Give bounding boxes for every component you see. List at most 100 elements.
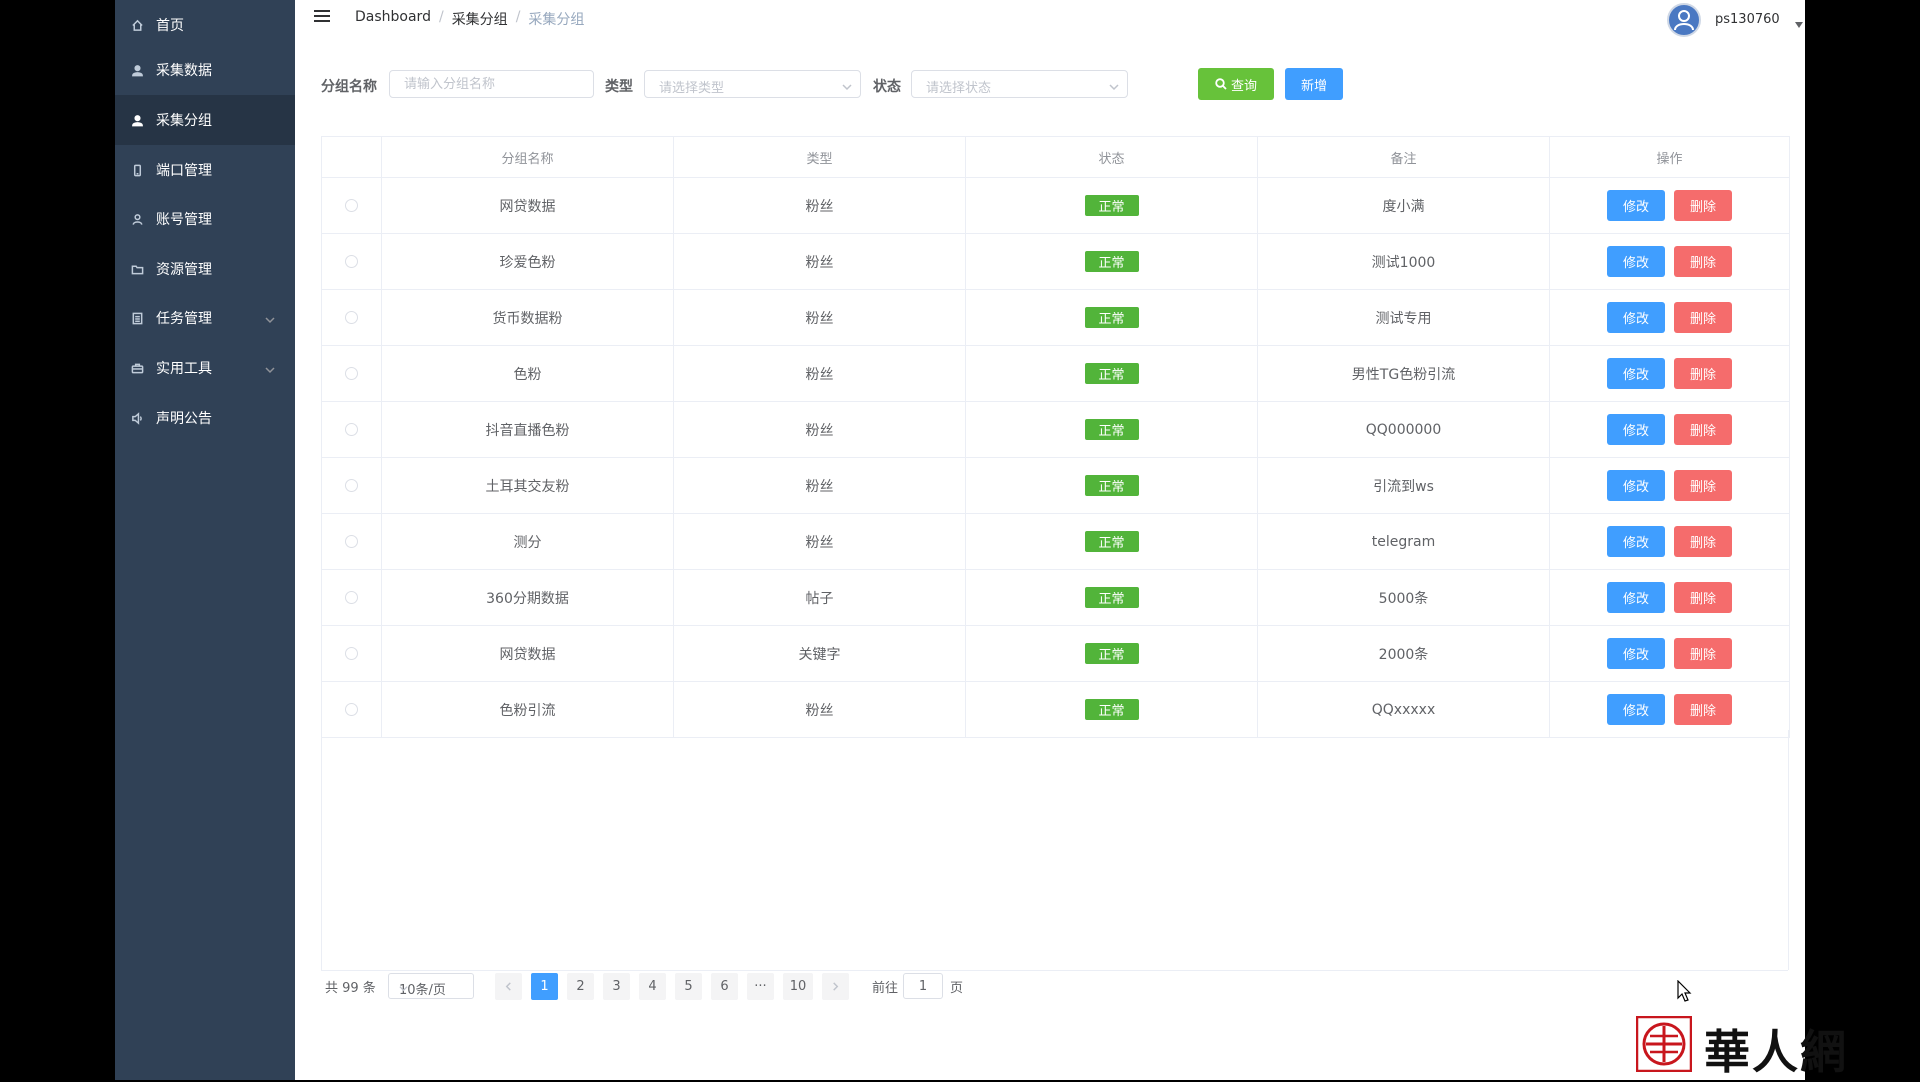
edit-button[interactable]: 修改	[1607, 190, 1665, 221]
table-row: 珍爱色粉 粉丝 正常 测试1000 修改 删除	[322, 234, 1789, 290]
next-page-button[interactable]	[822, 973, 849, 1000]
mouse-cursor-icon	[1677, 980, 1692, 1002]
sidebar-item-account-management[interactable]: 账号管理	[115, 194, 295, 244]
delete-button[interactable]: 删除	[1674, 638, 1732, 669]
page-button-5[interactable]: 5	[675, 973, 702, 1000]
edit-button[interactable]: 修改	[1607, 582, 1665, 613]
page-size-select[interactable]: 10条/页	[388, 973, 474, 999]
page-button-3[interactable]: 3	[603, 973, 630, 1000]
goto-page-input[interactable]	[903, 973, 943, 999]
row-radio[interactable]	[345, 199, 358, 212]
edit-button[interactable]: 修改	[1607, 526, 1665, 557]
cell-status: 正常	[966, 234, 1258, 289]
add-button[interactable]: 新增	[1285, 68, 1343, 100]
edit-button[interactable]: 修改	[1607, 414, 1665, 445]
breadcrumb-collect-group[interactable]: 采集分组	[452, 9, 508, 29]
status-label: 状态	[873, 79, 901, 95]
chevron-right-icon	[833, 982, 839, 991]
edit-button[interactable]: 修改	[1607, 694, 1665, 725]
home-icon	[130, 18, 144, 32]
delete-button[interactable]: 删除	[1674, 302, 1732, 333]
status-select[interactable]: 请选择状态	[911, 70, 1128, 98]
username[interactable]: ps130760	[1715, 12, 1780, 27]
cell-actions: 修改 删除	[1550, 570, 1789, 625]
row-radio[interactable]	[345, 647, 358, 660]
row-radio[interactable]	[345, 535, 358, 548]
cell-type: 粉丝	[674, 458, 966, 513]
status-badge: 正常	[1084, 475, 1139, 496]
delete-button[interactable]: 删除	[1674, 358, 1732, 389]
group-name-input[interactable]	[389, 70, 594, 98]
cell-group-name: 土耳其交友粉	[382, 458, 674, 513]
cell-type: 粉丝	[674, 514, 966, 569]
document-icon	[130, 311, 144, 325]
cell-actions: 修改 删除	[1550, 626, 1789, 681]
page-button-4[interactable]: 4	[639, 973, 666, 1000]
user-icon	[130, 113, 144, 127]
header-remark: 备注	[1258, 137, 1550, 177]
watermark-logo: 華人網	[1636, 1014, 1916, 1079]
prev-page-button[interactable]	[495, 973, 522, 1000]
type-select[interactable]: 请选择类型	[644, 70, 861, 98]
table-row: 网贷数据 粉丝 正常 度小满 修改 删除	[322, 178, 1789, 234]
row-select-cell	[322, 514, 382, 569]
breadcrumb-dashboard[interactable]: Dashboard	[355, 9, 431, 29]
edit-button[interactable]: 修改	[1607, 470, 1665, 501]
edit-button[interactable]: 修改	[1607, 638, 1665, 669]
cell-group-name: 抖音直播色粉	[382, 402, 674, 457]
cell-remark: telegram	[1258, 514, 1550, 569]
page-button-10[interactable]: 10	[783, 973, 813, 1000]
page-button-2[interactable]: 2	[567, 973, 594, 1000]
delete-button[interactable]: 删除	[1674, 526, 1732, 557]
edit-button[interactable]: 修改	[1607, 302, 1665, 333]
cell-remark: 测试1000	[1258, 234, 1550, 289]
group-table: 分组名称 类型 状态 备注 操作 网贷数据 粉丝 正常 度小满 修改 删除 珍爱色粉 粉丝 正常…	[321, 136, 1790, 738]
sidebar-item-label: 声明公告	[156, 411, 212, 427]
sidebar-item-port-management[interactable]: 端口管理	[115, 145, 295, 195]
sidebar-item-task-management[interactable]: 任务管理	[115, 293, 295, 343]
sidebar-item-label: 采集数据	[156, 63, 212, 79]
navbar: Dashboard / 采集分组 / 采集分组 ps130760	[295, 0, 1805, 37]
cell-status: 正常	[966, 290, 1258, 345]
sidebar-item-collect-group[interactable]: 采集分组	[115, 95, 295, 145]
delete-button[interactable]: 删除	[1674, 582, 1732, 613]
row-radio[interactable]	[345, 479, 358, 492]
edit-button[interactable]: 修改	[1607, 246, 1665, 277]
page-ellipsis[interactable]: ···	[747, 973, 774, 1000]
row-radio[interactable]	[345, 311, 358, 324]
sidebar-item-resource-management[interactable]: 资源管理	[115, 244, 295, 294]
query-button[interactable]: 查询	[1198, 68, 1274, 100]
row-radio[interactable]	[345, 423, 358, 436]
edit-button[interactable]: 修改	[1607, 358, 1665, 389]
cell-group-name: 珍爱色粉	[382, 234, 674, 289]
avatar[interactable]	[1667, 3, 1701, 37]
cell-group-name: 色粉	[382, 346, 674, 401]
chevron-down-icon	[265, 313, 275, 324]
table-row: 色粉 粉丝 正常 男性TG色粉引流 修改 删除	[322, 346, 1789, 402]
delete-button[interactable]: 删除	[1674, 246, 1732, 277]
status-badge: 正常	[1084, 419, 1139, 440]
delete-button[interactable]: 删除	[1674, 470, 1732, 501]
delete-button[interactable]: 删除	[1674, 190, 1732, 221]
sidebar-item-utility-tools[interactable]: 实用工具	[115, 343, 295, 393]
page-button-6[interactable]: 6	[711, 973, 738, 1000]
sidebar-item-collect-data[interactable]: 采集数据	[115, 45, 295, 95]
row-radio[interactable]	[345, 703, 358, 716]
search-form: 分组名称 类型 请选择类型 状态 请选择状态 查询 新增	[321, 68, 1781, 100]
row-radio[interactable]	[345, 367, 358, 380]
row-radio[interactable]	[345, 255, 358, 268]
cell-type: 关键字	[674, 626, 966, 681]
cell-remark: 度小满	[1258, 178, 1550, 233]
hamburger-menu-icon[interactable]	[314, 10, 330, 24]
page-suffix: 页	[950, 981, 964, 996]
cell-type: 粉丝	[674, 178, 966, 233]
row-radio[interactable]	[345, 591, 358, 604]
caret-down-icon[interactable]	[1795, 22, 1803, 28]
sidebar-item-announcements[interactable]: 声明公告	[115, 393, 295, 443]
page-button-1[interactable]: 1	[531, 973, 558, 1000]
delete-button[interactable]: 删除	[1674, 414, 1732, 445]
cell-actions: 修改 删除	[1550, 458, 1789, 513]
user-icon	[130, 63, 144, 77]
delete-button[interactable]: 删除	[1674, 694, 1732, 725]
sidebar-item-home[interactable]: 首页	[115, 0, 295, 50]
